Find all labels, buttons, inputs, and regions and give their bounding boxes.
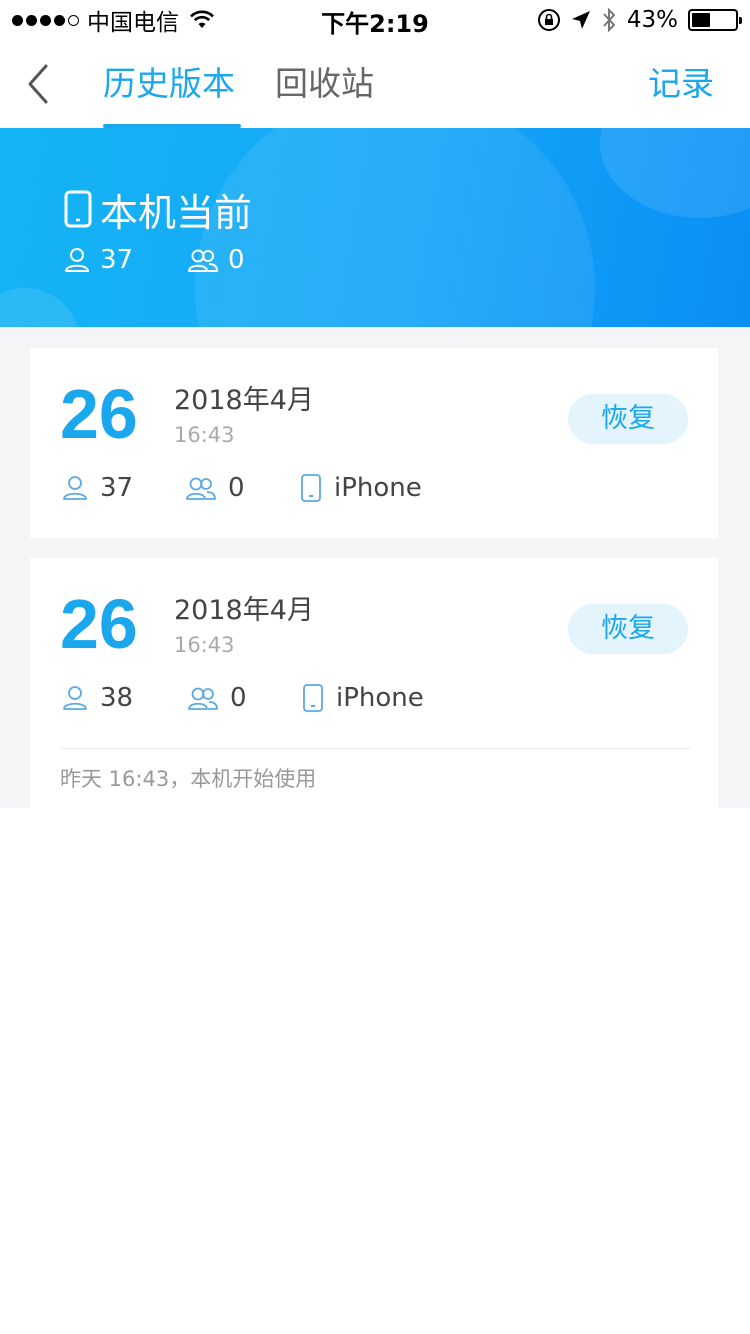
version-contacts-count: 37 — [62, 472, 133, 504]
phone-icon — [303, 684, 323, 712]
location-arrow-icon — [571, 11, 590, 29]
group-people-icon — [186, 477, 216, 500]
group-people-icon — [188, 249, 218, 272]
contact-person-icon — [65, 248, 89, 272]
record-button[interactable]: 记录 — [648, 60, 714, 108]
version-groups-count: 0 — [186, 472, 245, 504]
banner-contacts-count: 37 — [64, 244, 133, 276]
contact-person-icon — [63, 476, 87, 500]
tab-recycle-bin[interactable]: 回收站 — [275, 60, 374, 108]
decorative-circle — [0, 288, 80, 327]
version-year-month: 2018年4月 — [174, 595, 314, 626]
current-device-banner: 本机当前 37 0 — [0, 128, 750, 327]
battery-icon — [688, 9, 742, 31]
phone-icon — [64, 190, 92, 228]
back-chevron-icon[interactable] — [20, 60, 60, 108]
group-people-icon — [188, 687, 218, 710]
status-right: 43% — [537, 6, 742, 34]
device-start-note: 昨天 16:43，本机开始使用 — [60, 767, 317, 791]
card-divider — [60, 748, 690, 749]
orientation-lock-icon — [537, 9, 560, 31]
banner-heading: 本机当前 — [64, 184, 253, 235]
decorative-circle — [195, 128, 595, 327]
bluetooth-icon — [603, 7, 616, 33]
battery-percentage: 43% — [626, 7, 678, 33]
banner-title: 本机当前 — [100, 190, 253, 235]
restore-button[interactable]: 恢复 — [568, 604, 688, 654]
version-card: 26 2018年4月 16:43 恢复 37 0 iPhone — [30, 348, 718, 538]
version-year-month: 2018年4月 — [174, 385, 314, 416]
version-device: iPhone — [300, 472, 422, 504]
version-card: 26 2018年4月 16:43 恢复 38 0 iPhone 昨天 16:43… — [30, 558, 718, 808]
contact-person-icon — [63, 686, 87, 710]
banner-groups-count: 0 — [188, 244, 245, 276]
version-day: 26 — [60, 375, 138, 453]
version-groups-count: 0 — [188, 682, 247, 714]
restore-button[interactable]: 恢复 — [568, 394, 688, 444]
battery-fill — [692, 13, 711, 27]
version-device: iPhone — [302, 682, 424, 714]
decorative-circle — [600, 128, 750, 218]
version-contacts-count: 38 — [62, 682, 133, 714]
phone-icon — [301, 474, 321, 502]
tab-history-versions[interactable]: 历史版本 — [103, 60, 235, 108]
version-day: 26 — [60, 585, 138, 663]
status-bar: 中国电信 下午2:19 43% — [0, 0, 750, 40]
version-time: 16:43 — [174, 423, 235, 447]
version-time: 16:43 — [174, 633, 235, 657]
nav-bar: 历史版本 回收站 记录 — [0, 40, 750, 128]
